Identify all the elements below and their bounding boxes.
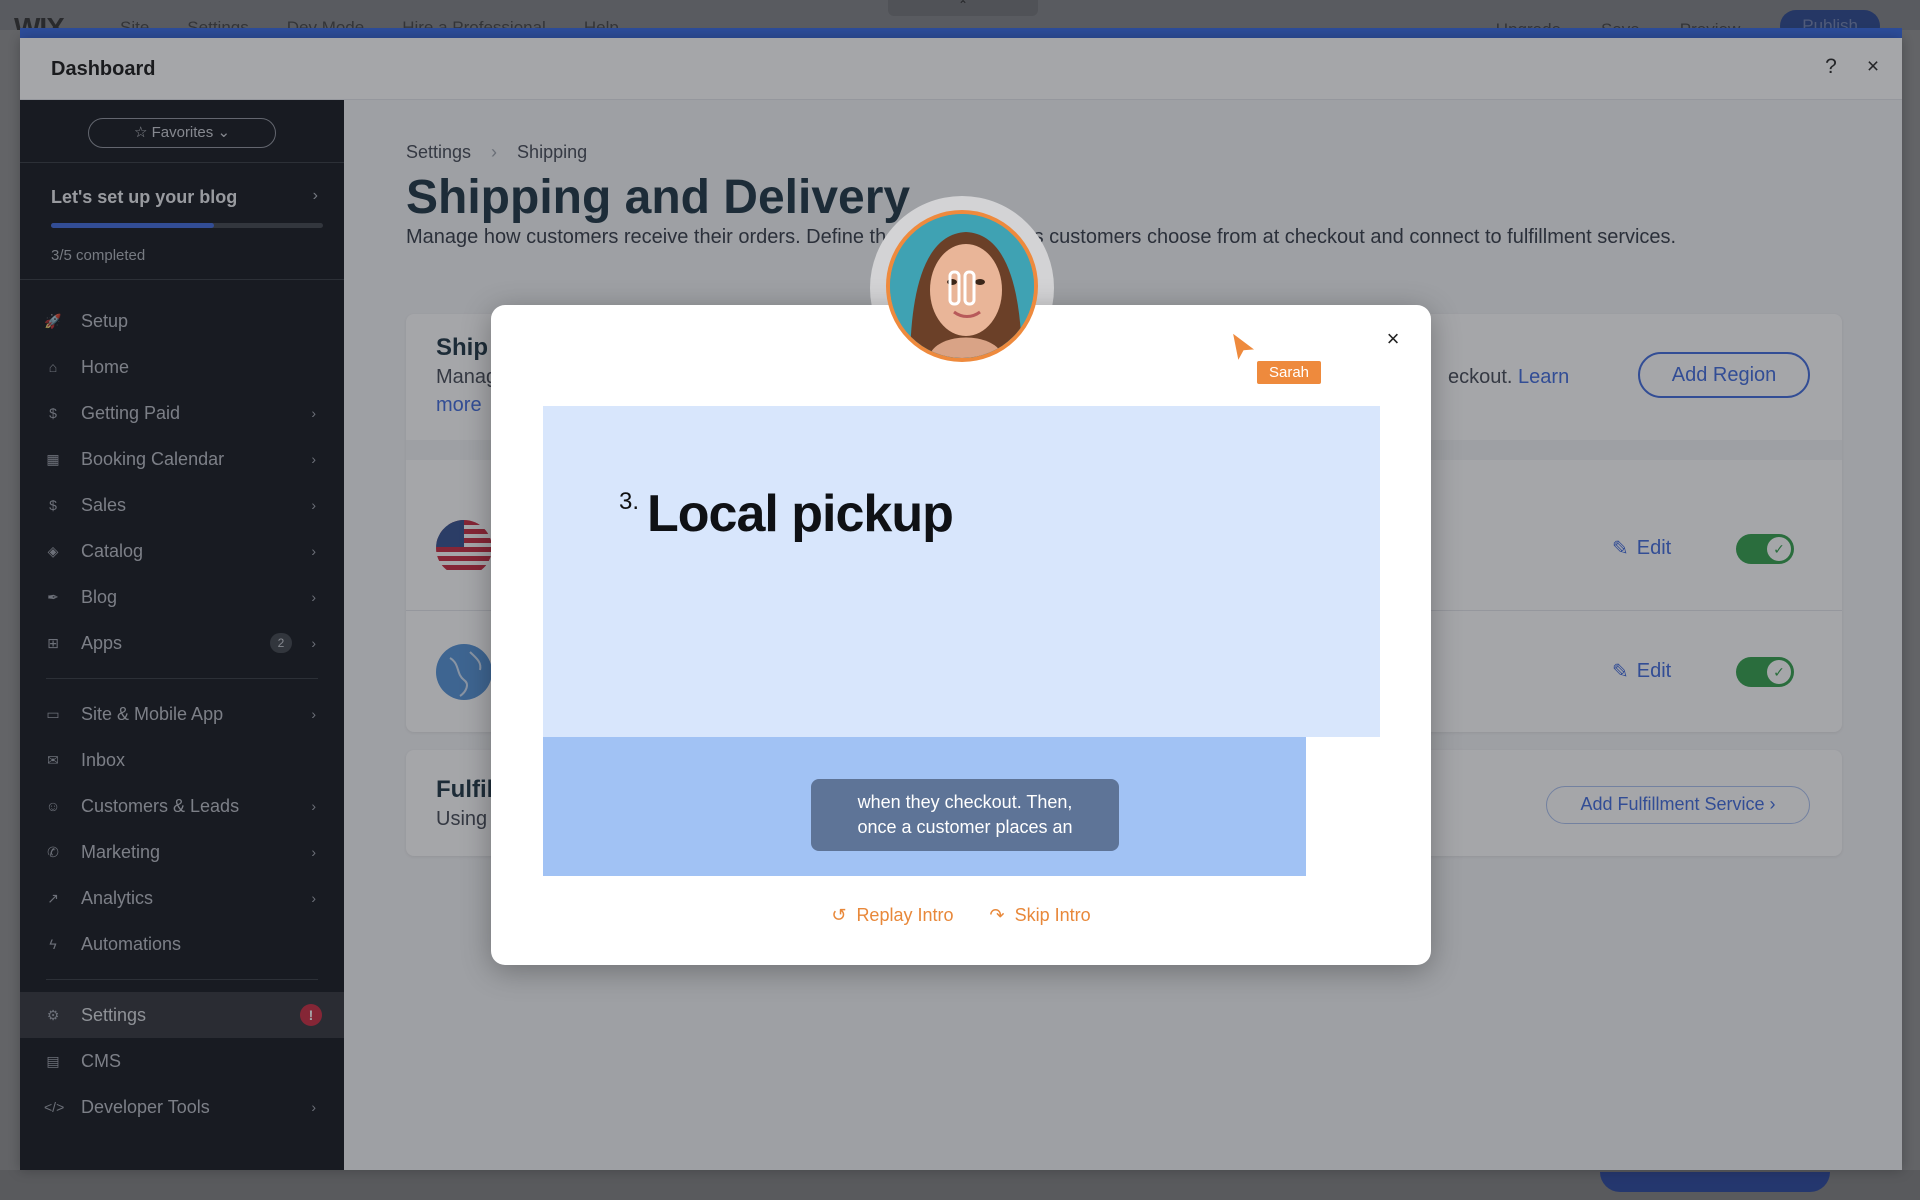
presenter-cursor-icon (1230, 330, 1259, 364)
skip-intro-label: Skip Intro (1014, 905, 1091, 925)
replay-intro-label: Replay Intro (856, 905, 954, 925)
skip-icon: ↷ (989, 905, 1005, 925)
step-number: 3. (619, 488, 640, 515)
intro-video[interactable]: 3. Local pickup when they checkout. Then… (543, 406, 1380, 876)
replay-intro-button[interactable]: ↺ Replay Intro (831, 905, 953, 926)
skip-intro-button[interactable]: ↷ Skip Intro (990, 905, 1091, 926)
video-caption: when they checkout. Then, once a custome… (811, 779, 1119, 851)
step-title: Local pickup (647, 485, 954, 543)
caption-line-2: once a customer places an (857, 817, 1073, 837)
video-slide: 3. Local pickup (543, 406, 1380, 737)
caption-line-1: when they checkout. Then, (857, 792, 1073, 812)
modal-actions: ↺ Replay Intro ↷ Skip Intro (491, 905, 1431, 926)
intro-video-modal: × 3. Local pickup when they checkout. Th… (491, 305, 1431, 965)
replay-icon: ↺ (831, 905, 847, 925)
presenter-name-tag: Sarah (1256, 360, 1323, 385)
pause-icon[interactable] (942, 268, 982, 308)
close-icon[interactable]: × (1381, 327, 1405, 351)
